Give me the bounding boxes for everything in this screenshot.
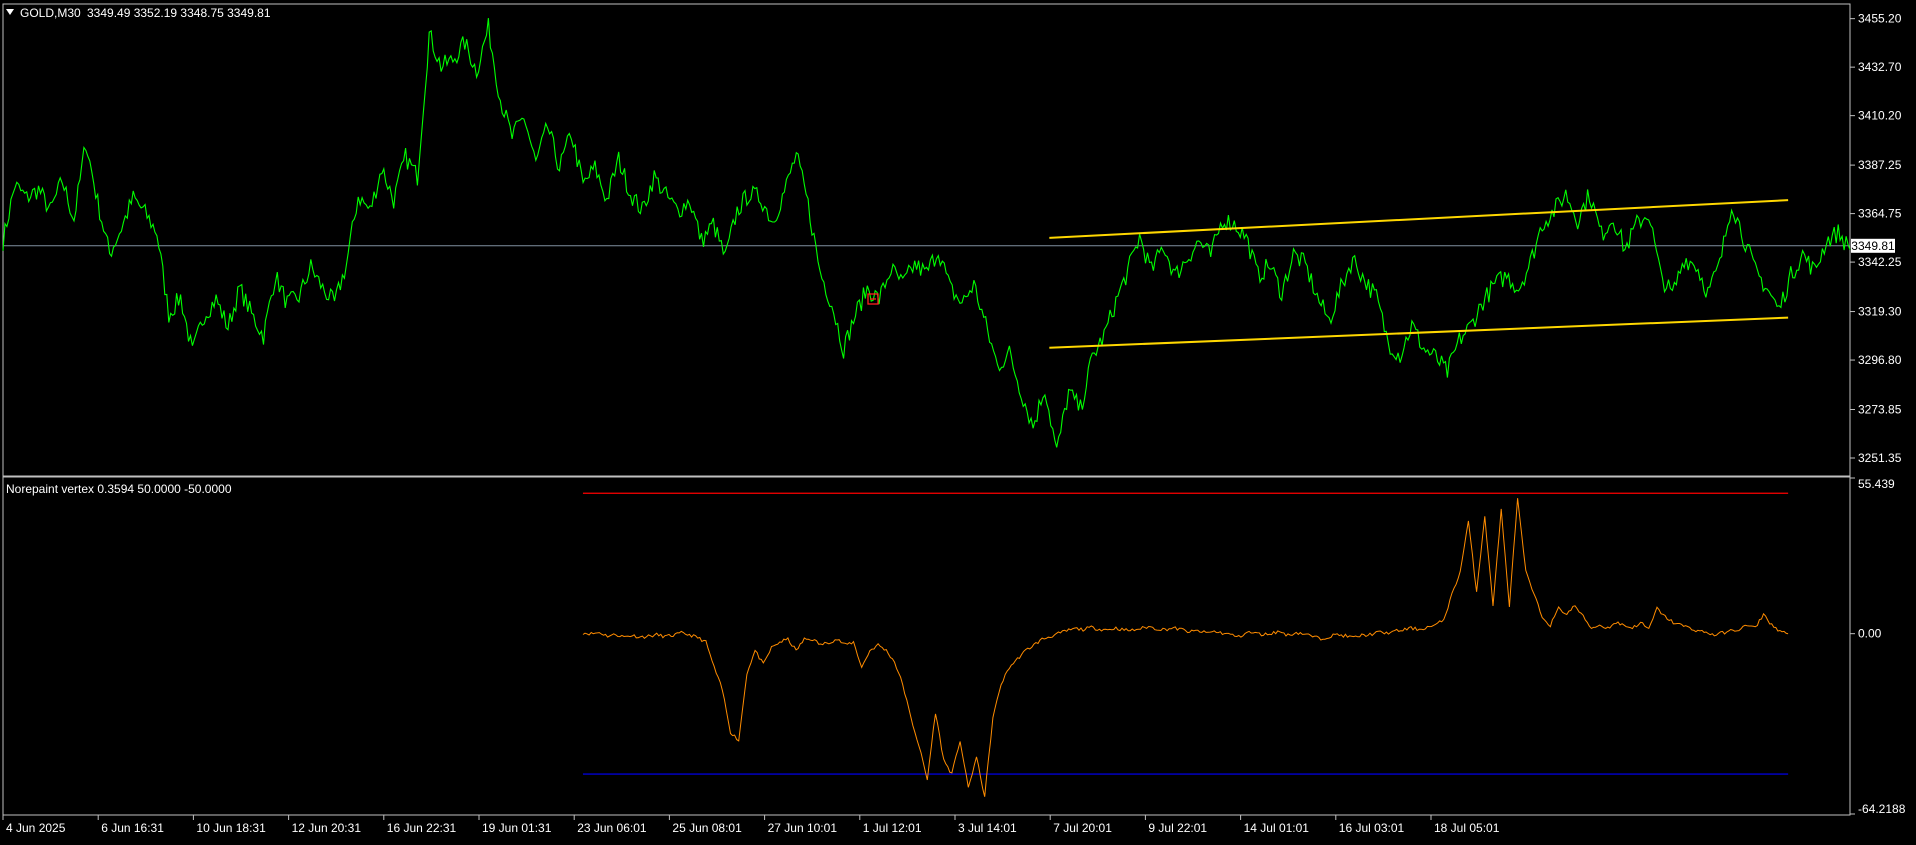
time-tick-label: 1 Jul 12:01: [863, 821, 922, 835]
time-tick-label: 19 Jun 01:31: [482, 821, 552, 835]
price-tick-label: 3273.85: [1858, 403, 1902, 417]
time-tick-label: 7 Jul 20:01: [1053, 821, 1112, 835]
time-tick-label: 23 Jun 06:01: [577, 821, 647, 835]
price-tick-label: 3296.80: [1858, 353, 1902, 367]
time-tick-label: 14 Jul 01:01: [1244, 821, 1310, 835]
price-tick-label: 3432.70: [1858, 60, 1902, 74]
time-tick-label: 12 Jun 20:31: [292, 821, 362, 835]
time-tick-label: 16 Jul 03:01: [1339, 821, 1405, 835]
symbol-label: GOLD,M30: [20, 6, 81, 20]
time-tick-label: 3 Jul 14:01: [958, 821, 1017, 835]
time-tick-label: 6 Jun 16:31: [101, 821, 164, 835]
ohlc-label: 3349.49 3352.19 3348.75 3349.81: [87, 6, 271, 20]
time-tick-label: 27 Jun 10:01: [768, 821, 838, 835]
current-price-tag: 3349.81: [1851, 238, 1895, 253]
background: [0, 0, 1916, 840]
chart-window[interactable]: GOLD,M30 3349.49 3352.19 3348.75 3349.81…: [0, 0, 1916, 840]
indicator-tick-label: 0.00: [1858, 627, 1882, 641]
price-tick-label: 3364.75: [1858, 207, 1902, 221]
price-tick-label: 3319.30: [1858, 305, 1902, 319]
indicator-label: Norepaint vertex 0.3594 50.0000 -50.0000: [6, 482, 232, 496]
price-tick-label: 3251.35: [1858, 451, 1902, 465]
price-tick-label: 3410.20: [1858, 109, 1902, 123]
indicator-tick-label: -64.2188: [1858, 802, 1906, 816]
time-tick-label: 4 Jun 2025: [6, 821, 66, 835]
chart-canvas[interactable]: GOLD,M30 3349.49 3352.19 3348.75 3349.81…: [0, 0, 1916, 840]
time-tick-label: 16 Jun 22:31: [387, 821, 457, 835]
indicator-tick-label: 55.439: [1858, 477, 1895, 491]
time-tick-label: 10 Jun 18:31: [196, 821, 266, 835]
current-price-value: 3349.81: [1851, 239, 1895, 253]
time-tick-label: 9 Jul 22:01: [1148, 821, 1207, 835]
time-tick-label: 25 Jun 08:01: [672, 821, 742, 835]
price-tick-label: 3342.25: [1858, 255, 1902, 269]
price-tick-label: 3387.25: [1858, 158, 1902, 172]
time-tick-label: 18 Jul 05:01: [1434, 821, 1500, 835]
price-tick-label: 3455.20: [1858, 12, 1902, 26]
